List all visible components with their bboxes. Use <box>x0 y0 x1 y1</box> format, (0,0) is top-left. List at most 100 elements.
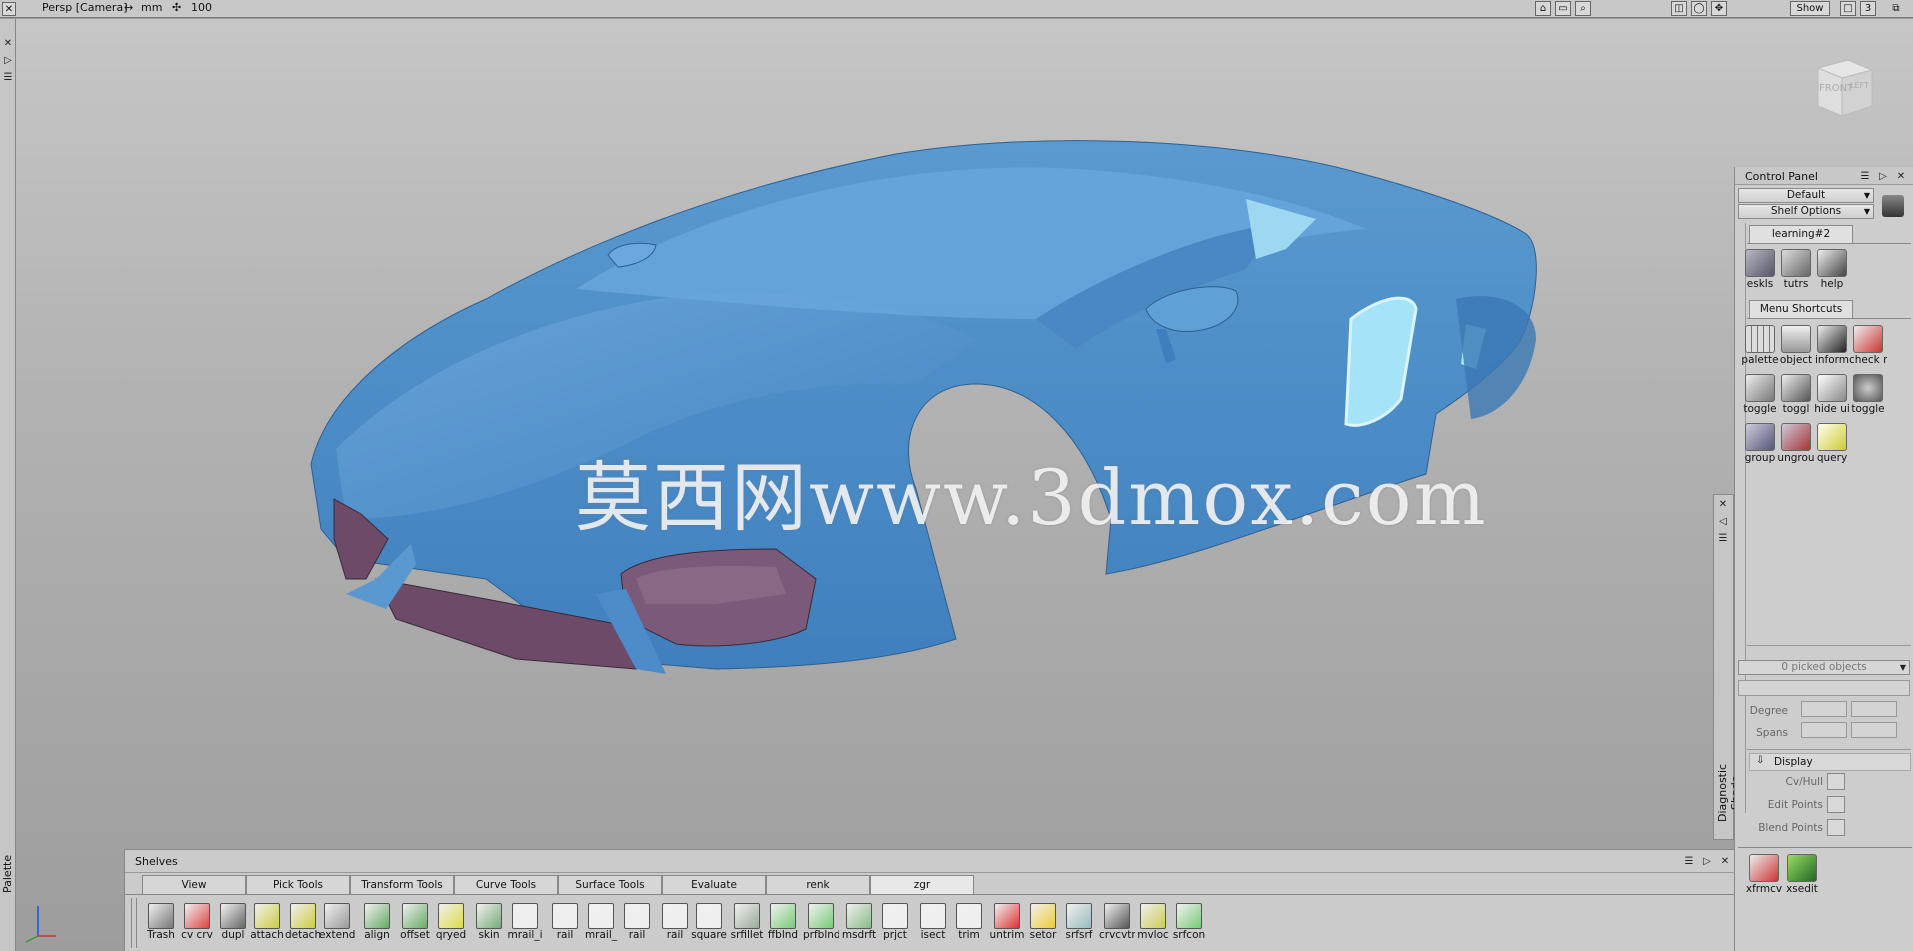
shelf-tool-prjct[interactable]: prjct <box>877 901 913 951</box>
close-icon[interactable]: ✕ <box>2 2 16 16</box>
menu-icon[interactable]: ☰ <box>1683 855 1695 867</box>
object-name-field[interactable] <box>1738 680 1910 696</box>
film-icon[interactable]: ▭ <box>1555 1 1571 16</box>
picked-objects-dropdown[interactable]: 0 picked objects ▼ <box>1738 660 1910 675</box>
shelf-grip[interactable] <box>131 898 137 948</box>
degree-field[interactable] <box>1801 701 1847 717</box>
check-tool[interactable]: check r <box>1849 322 1887 370</box>
menu-icon[interactable]: ☰ <box>1859 170 1871 182</box>
xfrmcv-tool[interactable]: xfrmcv <box>1745 851 1783 899</box>
cv-hull-checkbox[interactable] <box>1827 773 1845 790</box>
shelf-tool-label: detach <box>285 929 321 941</box>
close-icon[interactable]: ✕ <box>2 37 14 49</box>
shelf-tool-align[interactable]: align <box>359 901 395 951</box>
menu-icon[interactable]: ☰ <box>2 71 14 83</box>
tab-curve-tools[interactable]: Curve Tools <box>454 875 558 894</box>
tab-learning[interactable]: learning#2 <box>1749 225 1853 243</box>
shelf-tool-trash[interactable]: Trash <box>143 901 179 951</box>
shelf-tool-cv-crv[interactable]: cv crv <box>179 901 215 951</box>
prfblnd-icon <box>808 903 834 929</box>
shelf-tool-rail[interactable]: rail <box>657 901 693 951</box>
shelf-tool-mrail-[interactable]: mrail_ <box>583 901 619 951</box>
tab-zgr[interactable]: zgr <box>870 875 974 894</box>
toggle-tool-3[interactable]: toggle <box>1849 371 1887 419</box>
shelf-tool-rail[interactable]: rail <box>619 901 655 951</box>
close-icon[interactable]: ✕ <box>1719 855 1731 867</box>
shelf-tool-msdrft[interactable]: msdrft <box>841 901 877 951</box>
expand-arrow-icon[interactable]: ▷ <box>2 54 14 66</box>
eskls-tool[interactable]: eskls <box>1741 246 1779 294</box>
default-dropdown[interactable]: Default ▼ <box>1738 188 1874 203</box>
shelf-tool-detach[interactable]: detach <box>285 901 321 951</box>
help-tool[interactable]: help <box>1813 246 1851 294</box>
close-icon[interactable]: ✕ <box>1895 170 1907 182</box>
shelf-tool-srfillet[interactable]: srfillet <box>729 901 765 951</box>
shelf-tool-ffblnd[interactable]: ffblnd <box>765 901 801 951</box>
degree-field-2[interactable] <box>1851 701 1897 717</box>
maximize-icon[interactable]: □ <box>1840 1 1856 16</box>
spans-field[interactable] <box>1801 722 1847 738</box>
tab-renk[interactable]: renk <box>766 875 870 894</box>
tab-menu-shortcuts[interactable]: Menu Shortcuts <box>1749 300 1853 318</box>
track-icon[interactable]: ✥ <box>1711 1 1727 16</box>
expand-arrow-icon[interactable]: ▷ <box>1877 170 1889 182</box>
view-cube[interactable]: FRONT LEFT <box>1806 56 1878 120</box>
xsedit-tool[interactable]: xsedit <box>1783 851 1821 899</box>
camera-label[interactable]: Persp [Camera] <box>42 1 128 14</box>
shelf-options-dropdown[interactable]: Shelf Options ▼ <box>1738 204 1874 219</box>
tab-evaluate[interactable]: Evaluate <box>662 875 766 894</box>
shelf-tool-qryed[interactable]: qryed <box>433 901 469 951</box>
layout-number-button[interactable]: 3 <box>1860 1 1876 16</box>
collapse-arrow-icon[interactable]: ◁ <box>1717 515 1729 527</box>
tab-view[interactable]: View <box>142 875 246 894</box>
shelf-tool-srfsrf[interactable]: srfsrf <box>1061 901 1097 951</box>
diagnostic-shade-label[interactable]: Diagnostic Shade <box>1716 745 1742 840</box>
palette-tool[interactable]: palette <box>1741 322 1779 370</box>
restore-icon[interactable]: ⧉ <box>1888 1 1904 16</box>
tab-pick-tools[interactable]: Pick Tools <box>246 875 350 894</box>
shelf-tool-srfcon[interactable]: srfcon <box>1171 901 1207 951</box>
tumble-icon[interactable]: ◯ <box>1691 1 1707 16</box>
shelf-tool-untrim[interactable]: untrim <box>989 901 1025 951</box>
tab-surface-tools[interactable]: Surface Tools <box>558 875 662 894</box>
panel-scroll-strip[interactable] <box>1738 223 1746 813</box>
shelf-tool-crvcvtr[interactable]: crvcvtr <box>1099 901 1135 951</box>
object-tool[interactable]: object <box>1777 322 1815 370</box>
shelf-tool-extend[interactable]: extend <box>319 901 355 951</box>
toggle-tool-1[interactable]: toggle <box>1741 371 1779 419</box>
tutrs-tool[interactable]: tutrs <box>1777 246 1815 294</box>
shelf-tool-skin[interactable]: skin <box>471 901 507 951</box>
show-button[interactable]: Show <box>1790 1 1830 16</box>
inform-tool[interactable]: inform <box>1813 322 1851 370</box>
shelf-tool-mvloc[interactable]: mvloc <box>1135 901 1171 951</box>
close-icon[interactable]: ✕ <box>1717 498 1729 510</box>
shelf-tool-offset[interactable]: offset <box>397 901 433 951</box>
shelf-tool-trim[interactable]: trim <box>951 901 987 951</box>
shelf-tool-rail[interactable]: rail <box>547 901 583 951</box>
zoom-magnifier-icon[interactable]: ⌕ <box>1575 1 1591 16</box>
shelf-tool-isect[interactable]: isect <box>915 901 951 951</box>
spans-field-2[interactable] <box>1851 722 1897 738</box>
camera-icon[interactable]: ⌂ <box>1535 1 1551 16</box>
palette-label[interactable]: Palette <box>1 845 15 893</box>
dolly-icon[interactable]: ◫ <box>1671 1 1687 16</box>
toggle-tool-2[interactable]: toggl <box>1777 371 1815 419</box>
shelf-tool-prfblnd[interactable]: prfblnd <box>803 901 839 951</box>
shelf-tool-dupl[interactable]: dupl <box>215 901 251 951</box>
hide-ui-tool[interactable]: hide ui <box>1813 371 1851 419</box>
group-tool[interactable]: group <box>1741 420 1779 468</box>
ungroup-tool[interactable]: ungrou <box>1777 420 1815 468</box>
blend-points-checkbox[interactable] <box>1827 819 1845 836</box>
tab-transform-tools[interactable]: Transform Tools <box>350 875 454 894</box>
shelf-tool-attach[interactable]: attach <box>249 901 285 951</box>
expand-arrow-icon[interactable]: ▷ <box>1701 855 1713 867</box>
shelf-tool-setor[interactable]: setor <box>1025 901 1061 951</box>
display-section-header[interactable]: ⇩ Display <box>1749 753 1911 771</box>
query-tool[interactable]: query <box>1813 420 1851 468</box>
shelf-tool-square[interactable]: square <box>691 901 727 951</box>
msdrft-icon <box>846 903 872 929</box>
trash-icon[interactable] <box>1882 195 1904 217</box>
shelf-tool-mrail-i[interactable]: mrail_i <box>507 901 543 951</box>
menu-icon[interactable]: ☰ <box>1717 532 1729 544</box>
edit-points-checkbox[interactable] <box>1827 796 1845 813</box>
